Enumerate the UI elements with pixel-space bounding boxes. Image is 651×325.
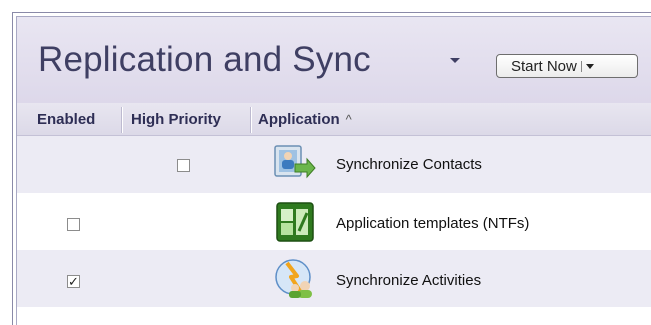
- column-enabled[interactable]: Enabled: [37, 103, 95, 135]
- row-label: Synchronize Activities: [336, 272, 482, 289]
- contacts-sync-icon: [274, 145, 316, 179]
- page-title[interactable]: Replication and Sync: [38, 40, 371, 80]
- activities-sync-icon: [275, 259, 312, 298]
- column-header-bar: Enabled High Priority Application ^: [17, 103, 651, 136]
- button-divider: [580, 60, 582, 72]
- window-edge: [0, 0, 13, 325]
- column-divider[interactable]: [250, 107, 252, 133]
- sort-ascending-icon: ^: [345, 111, 352, 127]
- chevron-down-icon[interactable]: [585, 63, 594, 69]
- column-divider[interactable]: [121, 107, 123, 133]
- enabled-checkbox[interactable]: [67, 218, 80, 231]
- table-row[interactable]: Synchronize Contacts: [17, 136, 651, 193]
- high-priority-checkbox[interactable]: [177, 159, 190, 172]
- title-dropdown-icon[interactable]: [450, 58, 460, 63]
- column-high-priority[interactable]: High Priority: [131, 103, 221, 135]
- start-now-button[interactable]: Start Now: [496, 54, 638, 78]
- table-row[interactable]: ✓ Synchronize Activities: [17, 250, 651, 307]
- templates-icon: [276, 202, 314, 242]
- enabled-checkbox[interactable]: ✓: [67, 275, 80, 288]
- window-edge-top: [12, 0, 651, 13]
- column-application[interactable]: Application ^: [258, 103, 352, 135]
- row-label: Synchronize Contacts: [336, 156, 482, 173]
- start-now-label: Start Now: [511, 57, 577, 75]
- table-row[interactable]: Application templates (NTFs): [17, 193, 651, 250]
- row-label: Application templates (NTFs): [336, 215, 530, 232]
